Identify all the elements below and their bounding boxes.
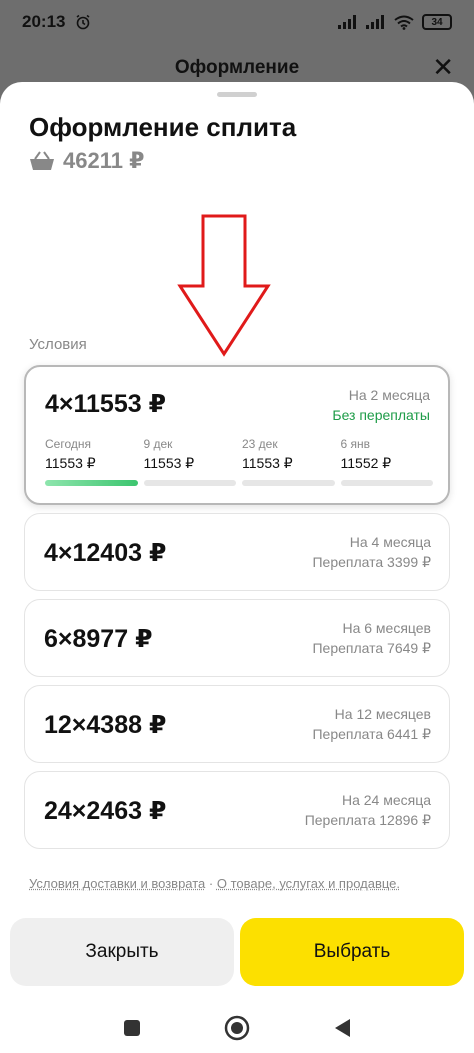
close-button[interactable]: Закрыть	[10, 918, 234, 986]
plan-overpay: Переплата 12896 ₽	[304, 812, 431, 828]
total-price: 46211 ₽	[63, 148, 145, 173]
schedule-progress-bar	[242, 480, 335, 486]
close-icon[interactable]: ✕	[432, 54, 454, 80]
basket-icon	[30, 151, 54, 170]
annotation-arrow	[177, 214, 271, 357]
plan-period: На 6 месяцев	[342, 620, 431, 636]
plan-amount: 4×12403 ₽	[44, 539, 167, 567]
plan-amount: 4×11553 ₽	[45, 390, 166, 418]
product-info-link[interactable]: О товаре, услугах и продавце.	[217, 876, 400, 891]
battery-icon: 34	[422, 14, 452, 30]
schedule-item: 9 дек 11553 ₽	[143, 437, 236, 486]
schedule-item: 6 янв 11552 ₽	[340, 437, 433, 486]
plan-amount: 24×2463 ₽	[44, 797, 167, 825]
schedule-progress-bar	[340, 480, 433, 486]
plan-period: На 24 месяца	[341, 792, 431, 808]
footer-links: Условия доставки и возврата · О товаре, …	[29, 876, 400, 891]
plan-period: На 2 месяца	[348, 387, 430, 403]
status-time: 20:13	[22, 12, 66, 31]
plan-terms: На 2 месяца Без переплаты	[332, 385, 430, 425]
schedule-item: Сегодня 11553 ₽	[45, 437, 138, 486]
signal-icon	[338, 15, 356, 29]
alarm-icon	[77, 14, 90, 30]
plan-overpay: Переплата 6441 ₽	[312, 726, 431, 742]
status-bar: 20:13 34	[0, 0, 474, 44]
plan-amount: 6×8977 ₽	[44, 625, 153, 653]
wifi-icon	[394, 15, 414, 30]
sheet-title: Оформление сплита	[29, 112, 297, 142]
system-nav-bar	[0, 1002, 474, 1053]
recent-apps-icon[interactable]	[122, 1018, 142, 1038]
split-sheet: Оформление сплита 46211 ₽ Условия 4×1155…	[0, 82, 474, 1053]
schedule-progress-bar	[143, 480, 236, 486]
links-separator: ·	[208, 876, 214, 891]
plan-option-12-months[interactable]: 12×4388 ₽ На 12 месяцев Переплата 6441 ₽	[24, 685, 450, 763]
delivery-terms-link[interactable]: Условия доставки и возврата	[29, 876, 205, 891]
schedule-date: 6 янв	[340, 437, 371, 451]
plan-amount: 12×4388 ₽	[44, 711, 167, 739]
schedule-date: Сегодня	[45, 437, 91, 451]
plan-terms: На 12 месяцев Переплата 6441 ₽	[312, 704, 431, 744]
plan-option-24-months[interactable]: 24×2463 ₽ На 24 месяца Переплата 12896 ₽	[24, 771, 450, 849]
plan-overpay: Переплата 7649 ₽	[312, 640, 431, 656]
schedule-amount: 11553 ₽	[143, 455, 195, 471]
schedule-progress-bar	[45, 480, 138, 486]
schedule-date: 23 дек	[242, 437, 278, 451]
signal-icon-2	[366, 15, 384, 29]
plan-overpay: Переплата 3399 ₽	[312, 554, 431, 570]
schedule-amount: 11553 ₽	[45, 455, 96, 471]
select-button[interactable]: Выбрать	[240, 918, 464, 986]
home-icon[interactable]	[224, 1015, 250, 1041]
plan-terms: На 4 месяца Переплата 3399 ₽	[312, 532, 431, 572]
schedule-amount: 11552 ₽	[340, 455, 392, 471]
plan-overpay: Без переплаты	[332, 407, 430, 423]
conditions-label: Условия	[29, 336, 87, 353]
sheet-drag-handle[interactable]	[217, 92, 257, 97]
schedule-date: 9 дек	[143, 437, 173, 451]
back-icon[interactable]	[332, 1017, 352, 1039]
schedule-amount: 11553 ₽	[242, 455, 293, 471]
plan-period: На 4 месяца	[349, 534, 431, 550]
payment-schedule: Сегодня 11553 ₽ 9 дек 11553 ₽ 23 дек 115…	[45, 437, 433, 486]
plan-terms: На 6 месяцев Переплата 7649 ₽	[312, 618, 431, 658]
schedule-item: 23 дек 11553 ₽	[242, 437, 335, 486]
plan-option-4-months[interactable]: 4×12403 ₽ На 4 месяца Переплата 3399 ₽	[24, 513, 450, 591]
plan-terms: На 24 месяца Переплата 12896 ₽	[305, 790, 431, 830]
total-price-row: 46211 ₽	[29, 148, 144, 174]
plan-period: На 12 месяцев	[334, 706, 431, 722]
plan-option-2-months[interactable]: 4×11553 ₽ На 2 месяца Без переплаты Сего…	[24, 365, 450, 505]
plan-option-6-months[interactable]: 6×8977 ₽ На 6 месяцев Переплата 7649 ₽	[24, 599, 450, 677]
